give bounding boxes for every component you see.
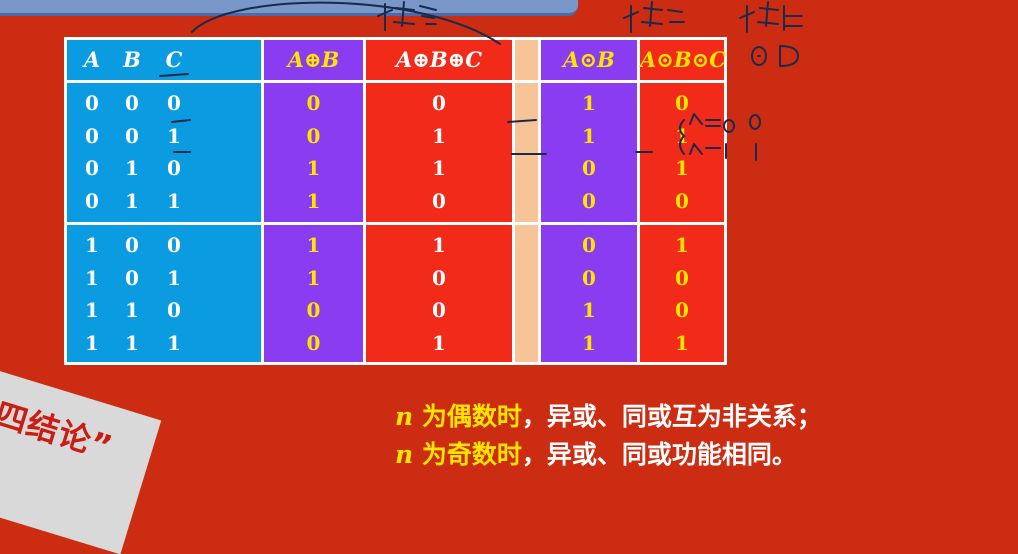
ink-note-brace [679, 119, 686, 155]
ink-note-d1 [689, 143, 727, 159]
conclusion-even-n: n [395, 402, 414, 431]
ink-label-od [751, 45, 800, 67]
conclusion-odd: n 为奇数时，异或、同或功能相同。 [395, 436, 1015, 474]
ink-underline-c-header [159, 73, 189, 77]
conclusion-even-text: ，异或、同或互为非关系； [521, 402, 822, 431]
ink-check-c-0 [171, 119, 191, 123]
ink-overline-1a [507, 119, 537, 123]
conclusion-odd-n: n [395, 440, 414, 469]
ink-arc [191, 1, 501, 45]
conclusion-even: n 为偶数时，异或、同或互为非关系； [395, 398, 1015, 436]
ink-note-d0 [689, 113, 736, 133]
conclusion-odd-text: ，异或、同或功能相同。 [521, 440, 797, 469]
ink-note-zero [749, 114, 762, 130]
conclusions: n 为偶数时，异或、同或互为非关系； n 为奇数时，异或、同或功能相同。 [395, 398, 1015, 474]
ink-label-jianou [739, 1, 803, 33]
conclusion-even-key: 为偶数时 [421, 402, 522, 431]
ink-label-jianji-2 [623, 1, 685, 33]
conclusion-odd-key: 为奇数时 [421, 440, 522, 469]
